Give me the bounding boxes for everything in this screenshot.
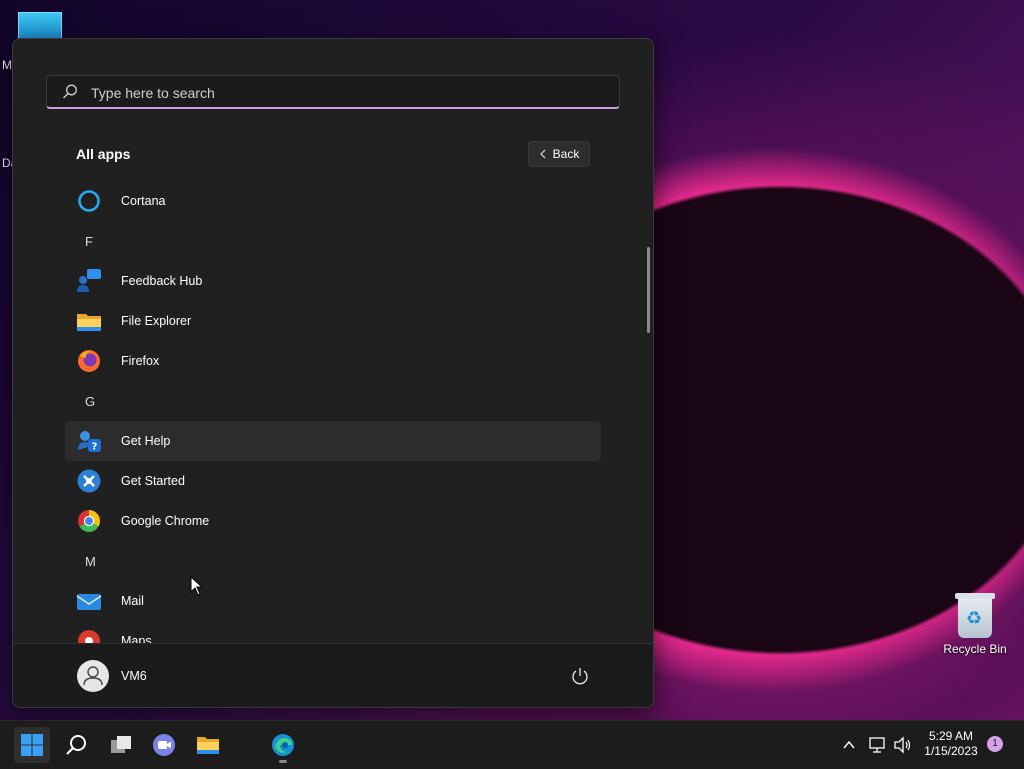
app-item-file-explorer[interactable]: File Explorer xyxy=(65,301,601,341)
app-item-label: Get Help xyxy=(121,434,171,448)
desktop-icon-monitor[interactable] xyxy=(18,12,62,40)
chevron-left-icon xyxy=(539,149,546,159)
app-item-label: Firefox xyxy=(121,354,160,368)
get-started-icon xyxy=(76,468,102,494)
teams-chat-icon xyxy=(153,734,175,756)
recycle-bin[interactable]: ♻ Recycle Bin xyxy=(940,593,1010,656)
clock-time: 5:29 AM xyxy=(928,729,974,743)
network-icon[interactable] xyxy=(868,736,888,754)
app-item-get-help[interactable]: ? Get Help xyxy=(65,421,601,461)
teams-chat-button[interactable] xyxy=(146,727,182,763)
letter-header-g[interactable]: G xyxy=(85,394,95,409)
file-explorer-taskbar-button[interactable] xyxy=(190,727,226,763)
taskbar: 5:29 AM 1/15/2023 xyxy=(0,720,1024,769)
app-item-feedback-hub[interactable]: Feedback Hub xyxy=(65,261,601,301)
user-avatar[interactable] xyxy=(77,660,109,692)
chrome-icon xyxy=(76,508,102,534)
search-icon xyxy=(63,84,77,99)
task-view-button[interactable] xyxy=(103,727,139,763)
app-item-label: Cortana xyxy=(121,194,166,208)
letter-header-m[interactable]: M xyxy=(85,554,96,569)
recycle-bin-label: Recycle Bin xyxy=(943,642,1007,656)
clock[interactable]: 5:29 AM 1/15/2023 xyxy=(916,729,986,759)
app-item-google-chrome[interactable]: Google Chrome xyxy=(65,501,601,541)
user-icon xyxy=(83,666,103,686)
firefox-icon xyxy=(76,348,102,374)
svg-text:?: ? xyxy=(92,442,98,453)
app-item-label: Google Chrome xyxy=(121,514,210,528)
volume-icon[interactable] xyxy=(893,736,913,754)
taskbar-search-button[interactable] xyxy=(59,727,95,763)
search-box[interactable] xyxy=(46,75,620,110)
search-icon xyxy=(66,735,86,755)
app-item-label: Mail xyxy=(121,594,144,608)
back-button-label: Back xyxy=(552,147,580,161)
start-button[interactable] xyxy=(14,727,50,763)
clock-date: 1/15/2023 xyxy=(924,744,978,758)
mail-icon xyxy=(76,588,102,614)
file-explorer-icon xyxy=(76,308,102,334)
app-item-mail[interactable]: Mail xyxy=(65,581,601,621)
scrollbar-thumb[interactable] xyxy=(647,247,650,333)
all-apps-list[interactable]: Cortana F Feedback Hub File Explorer Fir… xyxy=(13,179,653,644)
all-apps-title: All apps xyxy=(76,146,131,162)
running-indicator xyxy=(279,760,287,763)
app-item-label: File Explorer xyxy=(121,314,192,328)
back-button[interactable]: Back xyxy=(528,141,590,167)
app-item-cortana[interactable]: Cortana xyxy=(65,181,601,221)
get-help-icon: ? xyxy=(76,428,102,454)
maps-icon xyxy=(76,628,102,644)
task-view-icon xyxy=(111,736,131,753)
chevron-up-icon[interactable] xyxy=(842,739,856,751)
app-item-label: Feedback Hub xyxy=(121,274,203,288)
mouse-cursor-icon xyxy=(190,576,204,596)
desktop-label-fragment: M xyxy=(2,58,12,72)
edge-taskbar-button[interactable] xyxy=(265,727,301,763)
app-item-label: Get Started xyxy=(121,474,185,488)
file-explorer-icon xyxy=(197,737,219,754)
power-icon[interactable] xyxy=(570,666,590,686)
notification-badge[interactable]: 1 xyxy=(987,736,1003,752)
user-name[interactable]: VM6 xyxy=(121,669,147,683)
app-item-get-started[interactable]: Get Started xyxy=(65,461,601,501)
app-item-firefox[interactable]: Firefox xyxy=(65,341,601,381)
search-input[interactable] xyxy=(89,76,613,110)
recycle-bin-icon: ♻ xyxy=(955,593,995,638)
start-icon xyxy=(21,734,43,756)
start-menu-footer: VM6 xyxy=(13,643,653,707)
letter-header-f[interactable]: F xyxy=(85,234,93,249)
edge-icon xyxy=(272,734,294,756)
cortana-icon xyxy=(76,188,102,214)
start-menu: All apps Back Cortana F Feedback Hu xyxy=(12,38,654,708)
feedback-hub-icon xyxy=(76,268,102,294)
app-item-maps[interactable]: Maps xyxy=(65,621,601,644)
